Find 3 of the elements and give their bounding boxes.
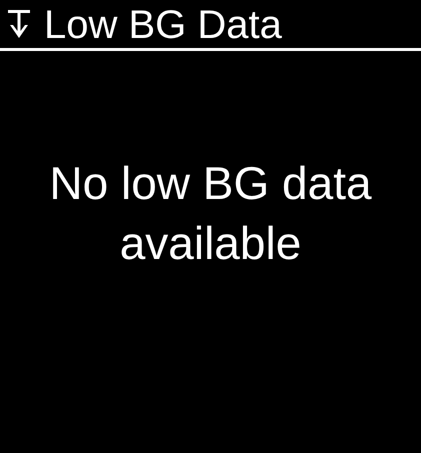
screen-title: Low BG Data [44, 4, 282, 46]
empty-message: No low BG data available [48, 156, 373, 271]
down-arrow-icon [8, 10, 30, 40]
